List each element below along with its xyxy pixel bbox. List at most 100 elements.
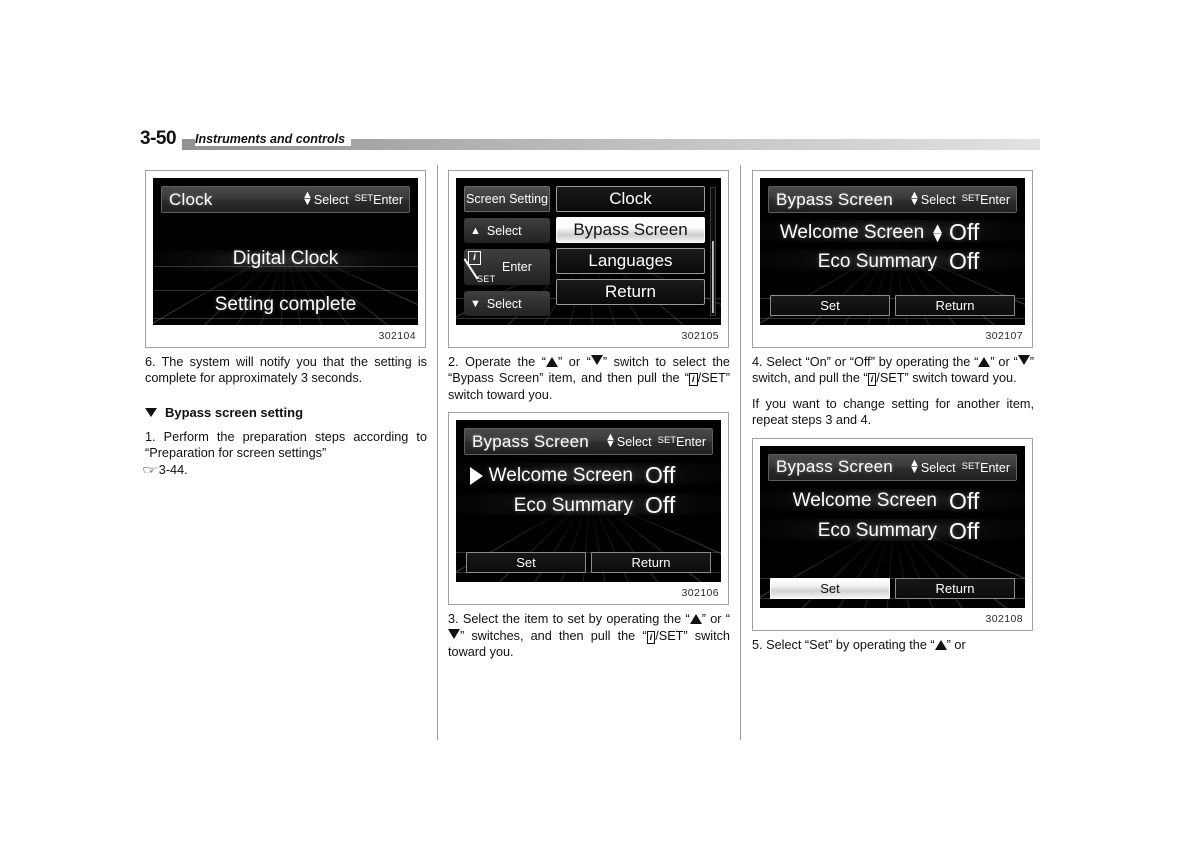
menu-key-enter[interactable]: i SET Enter: [463, 249, 550, 285]
mfd-row-eco-summary[interactable]: Eco Summary Off: [774, 248, 1011, 275]
hint-select-label: Select: [313, 193, 349, 207]
mfd-row-welcome-screen[interactable]: Welcome Screen Off: [774, 488, 1011, 515]
info-icon: i: [867, 373, 877, 387]
mfd-screen-clock: Clock ▲ ▼ Select SET Enter Digital Clock …: [153, 178, 418, 325]
step-2-part1: 2. Operate the “: [448, 355, 546, 369]
step-4-note: If you want to change setting for anothe…: [752, 396, 1034, 428]
row-label: Welcome Screen: [488, 464, 633, 486]
cursor-arrow-icon: [470, 466, 483, 485]
step-3-part3: ” switches, and then pull the “: [460, 628, 647, 643]
row-value: Off: [949, 219, 980, 245]
set-button[interactable]: Set: [770, 295, 890, 316]
menu-item-clock[interactable]: Clock: [556, 186, 705, 212]
hint-set-label: SET: [961, 193, 981, 204]
set-label: SET: [477, 274, 496, 284]
step-1-text: 1. Perform the preparation steps accordi…: [145, 429, 427, 462]
menu-scrollbar-thumb[interactable]: [712, 241, 714, 313]
step-3-part1: 3. Select the item to set by operating t…: [448, 612, 690, 627]
mfd-bypass-screen-updown: Bypass Screen ▲ ▼ Select SET Enter Welcom…: [760, 178, 1025, 325]
mfd-bypass-screen-set-selected: Bypass Screen ▲ ▼ Select SET Enter Welcom…: [760, 445, 1025, 608]
mfd-title: Clock: [169, 189, 213, 209]
figure-caption: 302106: [681, 587, 719, 600]
menu-item-languages[interactable]: Languages: [556, 248, 705, 274]
mfd-line-2: Setting complete: [214, 294, 357, 315]
hint-set-label: SET: [354, 193, 374, 204]
info-icon: i: [688, 373, 698, 387]
mfd-title-bar: Bypass Screen ▲ ▼ Select SET Enter: [768, 453, 1017, 481]
figure-302106: Bypass Screen ▲ ▼ Select SET Enter Welcom…: [448, 412, 729, 606]
step-5-text: 5. Select “Set” by operating the “ ” or: [752, 637, 1034, 653]
mfd-title: Bypass Screen: [776, 457, 893, 477]
row-value: Off: [949, 517, 980, 544]
pointing-hand-icon: ☞: [141, 462, 159, 477]
menu-key-down[interactable]: ▼ Select: [464, 291, 550, 316]
set-button[interactable]: Set: [466, 552, 586, 574]
step-2-text: 2. Operate the “” or “” switch to select…: [448, 354, 730, 403]
row-value: Off: [645, 492, 676, 519]
row-label: Welcome Screen: [779, 221, 925, 243]
updown-arrows-icon: ▲ ▼: [908, 189, 920, 208]
step-4-part4: /SET” switch toward you.: [876, 371, 1017, 386]
triangle-up-icon: ▲: [470, 224, 481, 237]
hint-enter-label: Enter: [373, 193, 403, 207]
row-label: Eco Summary: [513, 494, 633, 516]
updown-arrows-icon: ▲ ▼: [301, 189, 313, 208]
menu-key-enter-label: Enter: [502, 260, 532, 274]
step-1-reference-label: 3-44.: [158, 462, 188, 477]
mfd-line-1: Digital Clock: [232, 248, 339, 269]
mfd-screen-setting-menu: Screen Setting ▲ Select i SET Enter ▼ Se…: [456, 178, 721, 325]
row-label: Eco Summary: [817, 520, 937, 542]
hint-set-label: SET: [657, 435, 677, 447]
hint-enter-label: Enter: [676, 435, 706, 450]
mfd-hint-group: ▲ ▼ Select SET Enter: [605, 432, 706, 450]
mfd-title: Bypass Screen: [472, 431, 589, 451]
menu-scrollbar[interactable]: [710, 187, 716, 316]
step-5-part1: 5. Select “Set” by operating the “: [752, 637, 935, 652]
figure-302105: Screen Setting ▲ Select i SET Enter ▼ Se…: [448, 170, 729, 348]
section-heading-bypass: Bypass screen setting: [145, 405, 435, 420]
step-5-part2: ” or: [946, 637, 966, 652]
figure-caption: 302107: [985, 330, 1023, 342]
hint-enter-label: Enter: [980, 460, 1010, 475]
menu-key-legend: Screen Setting ▲ Select i SET Enter ▼ Se…: [463, 186, 550, 316]
mfd-row-eco-summary[interactable]: Eco Summary Off: [470, 492, 707, 519]
hint-enter-label: Enter: [980, 193, 1010, 207]
row-value: Off: [645, 462, 676, 489]
figure-302107: Bypass Screen ▲ ▼ Select SET Enter Welcom…: [752, 170, 1033, 348]
menu-item-bypass-screen[interactable]: Bypass Screen: [556, 217, 705, 243]
step-2-part2: ” or “: [558, 355, 591, 369]
hint-select-label: Select: [616, 435, 652, 450]
menu-item-return[interactable]: Return: [556, 279, 705, 305]
menu-key-down-label: Select: [486, 296, 522, 311]
mfd-title: Bypass Screen: [776, 189, 893, 209]
page-number: 3-50: [140, 128, 183, 150]
column-divider-1: [437, 165, 438, 740]
return-button[interactable]: Return: [895, 295, 1015, 316]
menu-key-up[interactable]: ▲ Select: [464, 218, 550, 243]
hint-select-label: Select: [920, 460, 956, 475]
column-divider-2: [740, 165, 741, 740]
row-value: Off: [949, 248, 980, 274]
mfd-row-eco-summary[interactable]: Eco Summary Off: [774, 518, 1011, 545]
info-icon: i: [646, 630, 656, 644]
step-4-part2: ” or “: [990, 355, 1018, 369]
section-title: Instruments and controls: [195, 132, 352, 146]
menu-key-up-label: Select: [486, 223, 522, 238]
middle-column: Screen Setting ▲ Select i SET Enter ▼ Se…: [448, 170, 738, 669]
return-button[interactable]: Return: [895, 577, 1015, 599]
mfd-row-welcome-screen[interactable]: Welcome Screen ▲ ▼ Off: [774, 219, 1011, 246]
left-column: Clock ▲ ▼ Select SET Enter Digital Clock …: [141, 170, 435, 487]
return-button[interactable]: Return: [591, 552, 711, 574]
figure-caption: 302105: [681, 330, 719, 342]
updown-arrows-icon: ▲ ▼: [908, 456, 920, 476]
row-label: Eco Summary: [817, 250, 937, 272]
step-4-text: 4. Select “On” or “Off” by operating the…: [752, 354, 1034, 387]
step-1-body: 1. Perform the preparation steps accordi…: [145, 429, 427, 461]
triangle-down-icon: ▼: [470, 297, 481, 310]
set-button[interactable]: Set: [770, 577, 890, 599]
triangle-down-icon: [590, 355, 603, 365]
figure-caption: 302108: [985, 612, 1023, 625]
triangle-up-icon: [978, 357, 991, 367]
mfd-hint-group: ▲ ▼ Select SET Enter: [908, 456, 1010, 476]
mfd-row-welcome-screen[interactable]: Welcome Screen Off: [470, 462, 707, 489]
